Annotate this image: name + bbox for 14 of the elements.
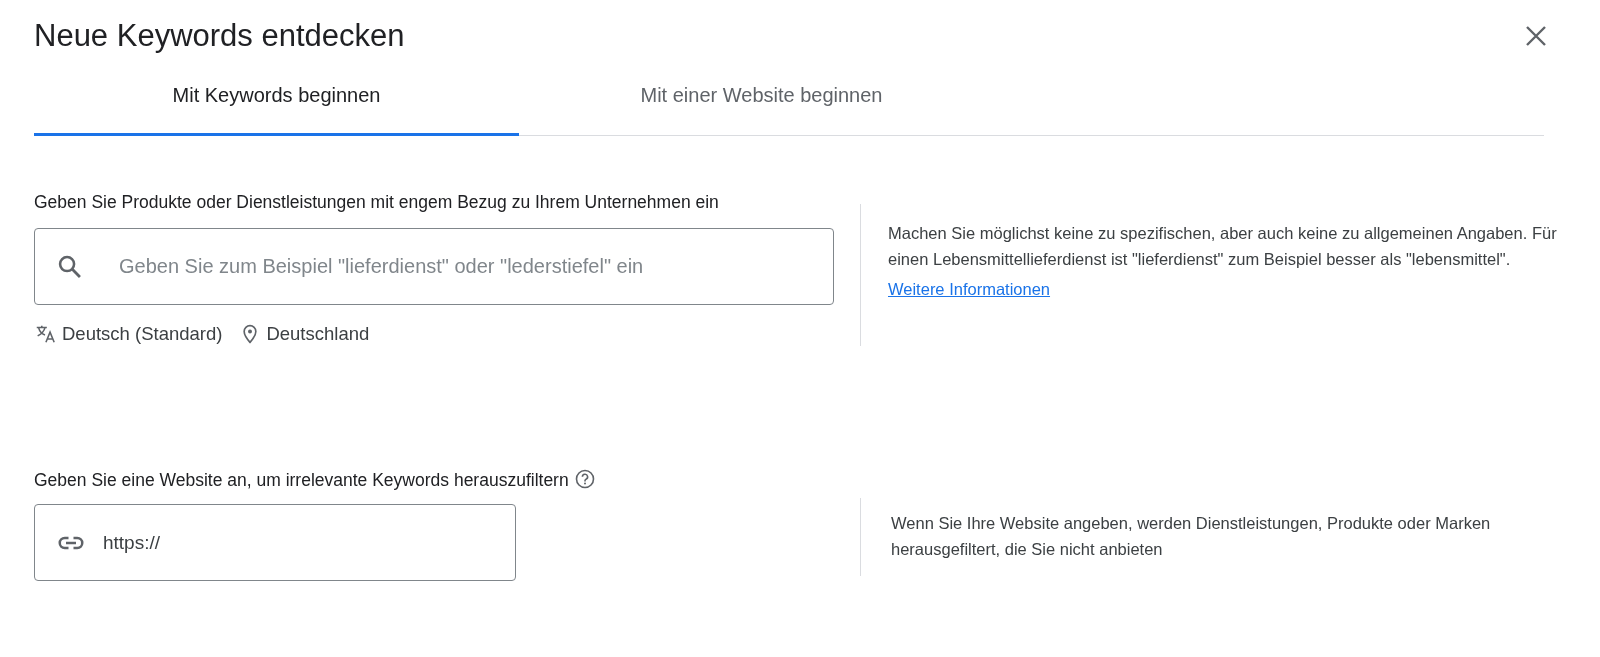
more-info-link[interactable]: Weitere Informationen	[888, 280, 1051, 299]
dialog-title: Neue Keywords entdecken	[34, 17, 405, 55]
help-icon[interactable]	[574, 469, 595, 489]
field-label: Geben Sie eine Website an, um irrelevante Keywords herauszufiltern	[34, 469, 569, 492]
location-label[interactable]: Deutschland	[266, 323, 370, 345]
url-field[interactable]: https://	[34, 504, 516, 581]
tab[interactable]: Mit Keywords beginnen	[34, 68, 519, 136]
tab[interactable]: Mit einer Website beginnen	[519, 68, 1004, 136]
field-label: Geben Sie Produkte oder Dienstleistungen mit engem Bezug zu Ihrem Unternehmen ein	[34, 191, 719, 214]
translate-icon	[34, 323, 56, 345]
hint-text: Machen Sie möglichst keine zu spezifischen, aber auch keine zu allgemeinen Angaben. Für einen Lebensmittellieferdienst ist "lieferdienst" zum Beispiel besser als "lebensmittel".	[888, 223, 1558, 270]
search-field[interactable]: Geben Sie zum Beispiel "lieferdienst" oder "lederstiefel" ein	[34, 228, 834, 305]
language-label[interactable]: Deutsch (Standard)	[62, 323, 223, 345]
hint-text: Wenn Sie Ihre Website angeben, werden Dienstleistungen, Produkte oder Marken herausgefiltert, die Sie nicht anbieten	[891, 513, 1492, 560]
